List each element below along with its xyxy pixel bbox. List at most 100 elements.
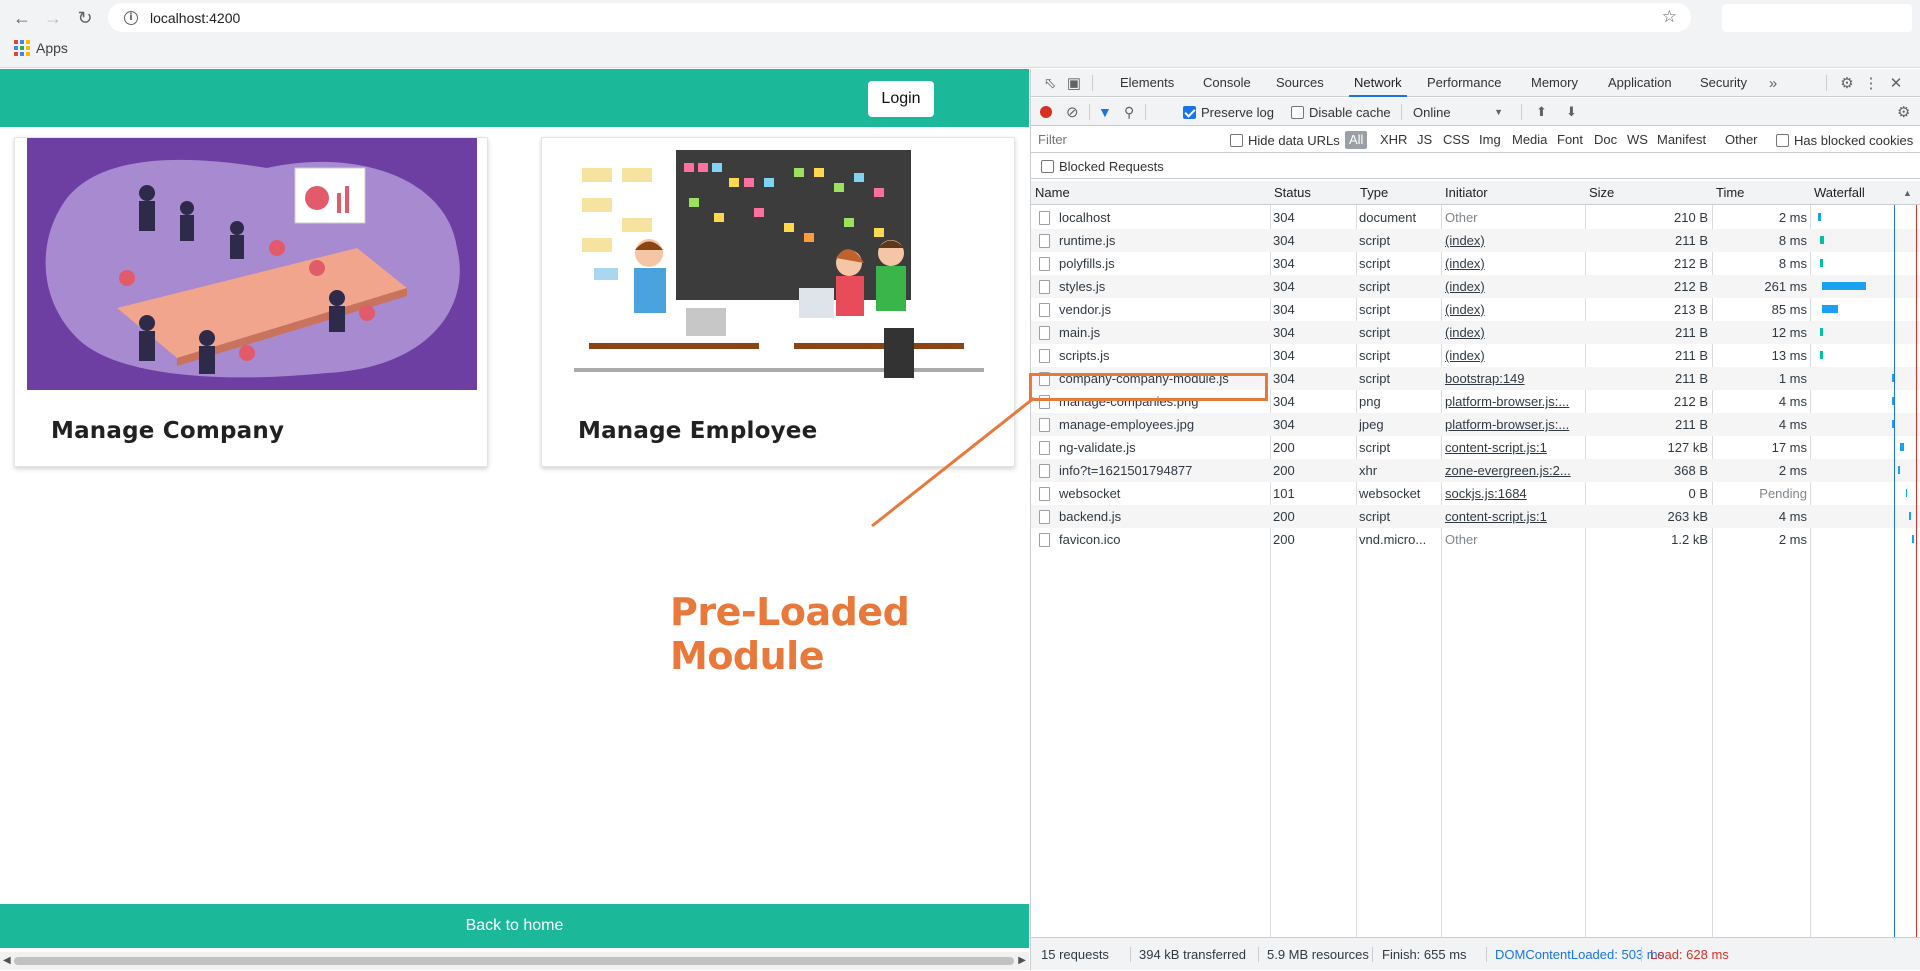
- request-initiator[interactable]: (index): [1445, 229, 1583, 252]
- filter-type-doc[interactable]: Doc: [1590, 131, 1621, 149]
- search-icon[interactable]: ⚲: [1124, 98, 1134, 126]
- preserve-log-checkbox[interactable]: Preserve log: [1183, 98, 1274, 126]
- request-initiator[interactable]: platform-browser.js:...: [1445, 413, 1583, 436]
- table-row[interactable]: info?t=1621501794877 200 xhr zone-evergreen…: [1031, 459, 1920, 482]
- table-row[interactable]: manage-employees.jpg 304 jpeg platform-brow…: [1031, 413, 1920, 436]
- request-name[interactable]: runtime.js: [1059, 233, 1115, 248]
- request-initiator[interactable]: content-script.js:1: [1445, 505, 1583, 528]
- request-initiator[interactable]: platform-browser.js:...: [1445, 390, 1583, 413]
- tab-sources[interactable]: Sources: [1276, 69, 1324, 97]
- table-row[interactable]: websocket 101 websocket sockjs.js:1684 0 B Pe…: [1031, 482, 1920, 505]
- request-name[interactable]: ng-validate.js: [1059, 440, 1136, 455]
- table-row[interactable]: localhost 304 document Other 210 B 2 ms: [1031, 206, 1920, 229]
- request-initiator[interactable]: content-script.js:1: [1445, 436, 1583, 459]
- site-info-icon[interactable]: i: [124, 10, 138, 25]
- table-row[interactable]: styles.js 304 script (index) 212 B 261 ms: [1031, 275, 1920, 298]
- tab-security[interactable]: Security: [1700, 69, 1747, 97]
- request-initiator[interactable]: sockjs.js:1684: [1445, 482, 1583, 505]
- col-name[interactable]: Name: [1031, 181, 1070, 205]
- table-row[interactable]: polyfills.js 304 script (index) 212 B 8 ms: [1031, 252, 1920, 275]
- bookmark-star-icon[interactable]: ☆: [1662, 7, 1677, 27]
- col-type[interactable]: Type: [1356, 181, 1388, 205]
- request-initiator[interactable]: (index): [1445, 252, 1583, 275]
- inspect-element-icon[interactable]: ⬁: [1041, 74, 1059, 92]
- filter-type-other[interactable]: Other: [1721, 131, 1762, 149]
- request-initiator[interactable]: bootstrap:149: [1445, 367, 1583, 390]
- request-initiator[interactable]: (index): [1445, 321, 1583, 344]
- request-initiator[interactable]: (index): [1445, 344, 1583, 367]
- back-to-home-button[interactable]: Back to home: [0, 904, 1029, 948]
- back-icon[interactable]: ←: [7, 3, 37, 33]
- filter-type-ws[interactable]: WS: [1623, 131, 1652, 149]
- scroll-right-icon[interactable]: ▶: [1018, 955, 1026, 966]
- throttle-select[interactable]: Online ▼: [1413, 98, 1503, 126]
- table-row[interactable]: backend.js 200 script content-script.js:1 26…: [1031, 505, 1920, 528]
- tab-console[interactable]: Console: [1203, 69, 1251, 97]
- table-row[interactable]: vendor.js 304 script (index) 213 B 85 ms: [1031, 298, 1920, 321]
- filter-type-xhr[interactable]: XHR: [1376, 131, 1411, 149]
- filter-funnel-icon[interactable]: ▼: [1098, 98, 1112, 126]
- hide-data-urls-checkbox[interactable]: Hide data URLs: [1230, 127, 1340, 153]
- col-time[interactable]: Time: [1712, 181, 1744, 205]
- filter-input[interactable]: [1035, 130, 1215, 149]
- device-toolbar-icon[interactable]: ▣: [1065, 74, 1083, 92]
- manage-company-card[interactable]: Manage Company: [14, 137, 488, 467]
- request-name[interactable]: styles.js: [1059, 279, 1105, 294]
- table-row[interactable]: main.js 304 script (index) 211 B 12 ms: [1031, 321, 1920, 344]
- record-icon[interactable]: [1040, 98, 1052, 126]
- export-har-icon[interactable]: ⬇: [1566, 98, 1577, 126]
- request-name[interactable]: main.js: [1059, 325, 1100, 340]
- manage-employee-card[interactable]: Manage Employee: [541, 137, 1015, 467]
- table-row[interactable]: favicon.ico 200 vnd.micro... Other 1.2 kB 2 m…: [1031, 528, 1920, 551]
- import-har-icon[interactable]: ⬆: [1536, 98, 1547, 126]
- request-name[interactable]: scripts.js: [1059, 348, 1110, 363]
- request-name[interactable]: websocket: [1059, 486, 1120, 501]
- bookmark-apps[interactable]: Apps: [14, 40, 68, 56]
- settings-gear-icon[interactable]: ⚙: [1838, 74, 1856, 92]
- tab-elements[interactable]: Elements: [1120, 69, 1174, 97]
- more-tabs-icon[interactable]: »: [1764, 74, 1782, 92]
- blocked-requests-checkbox[interactable]: Blocked Requests: [1041, 153, 1164, 179]
- filter-type-all[interactable]: All: [1345, 131, 1368, 149]
- tab-application[interactable]: Application: [1608, 69, 1672, 97]
- profile-area[interactable]: [1722, 4, 1912, 32]
- request-name[interactable]: favicon.ico: [1059, 532, 1120, 547]
- forward-icon[interactable]: →: [38, 3, 68, 33]
- kebab-menu-icon[interactable]: ⋮: [1862, 74, 1880, 92]
- scrollbar-thumb[interactable]: [14, 957, 1014, 965]
- tab-performance[interactable]: Performance: [1427, 69, 1501, 97]
- table-row[interactable]: scripts.js 304 script (index) 211 B 13 ms: [1031, 344, 1920, 367]
- tab-network[interactable]: Network: [1349, 69, 1407, 97]
- filter-type-img[interactable]: Img: [1475, 131, 1505, 149]
- address-bar[interactable]: i localhost:4200 ☆: [108, 3, 1691, 32]
- col-waterfall[interactable]: Waterfall: [1810, 181, 1865, 205]
- login-button[interactable]: Login: [868, 81, 934, 117]
- request-name[interactable]: vendor.js: [1059, 302, 1111, 317]
- filter-type-font[interactable]: Font: [1553, 131, 1587, 149]
- col-size[interactable]: Size: [1585, 181, 1614, 205]
- clear-icon[interactable]: ⊘: [1066, 98, 1079, 126]
- table-row[interactable]: runtime.js 304 script (index) 211 B 8 ms: [1031, 229, 1920, 252]
- col-initiator[interactable]: Initiator: [1441, 181, 1488, 205]
- request-initiator[interactable]: zone-evergreen.js:2...: [1445, 459, 1583, 482]
- disable-cache-checkbox[interactable]: Disable cache: [1291, 98, 1391, 126]
- col-status[interactable]: Status: [1270, 181, 1311, 205]
- request-name[interactable]: backend.js: [1059, 509, 1121, 524]
- filter-type-js[interactable]: JS: [1413, 131, 1436, 149]
- request-name[interactable]: info?t=1621501794877: [1059, 463, 1192, 478]
- scroll-left-icon[interactable]: ◀: [3, 955, 11, 966]
- request-initiator[interactable]: (index): [1445, 275, 1583, 298]
- filter-type-manifest[interactable]: Manifest: [1653, 131, 1710, 149]
- filter-type-css[interactable]: CSS: [1439, 131, 1474, 149]
- has-blocked-cookies-checkbox[interactable]: Has blocked cookies: [1776, 127, 1913, 153]
- request-name[interactable]: localhost: [1059, 210, 1110, 225]
- network-settings-icon[interactable]: ⚙: [1897, 98, 1910, 126]
- request-name[interactable]: polyfills.js: [1059, 256, 1115, 271]
- tab-memory[interactable]: Memory: [1531, 69, 1578, 97]
- request-name[interactable]: manage-employees.jpg: [1059, 417, 1194, 432]
- reload-icon[interactable]: ↻: [70, 3, 100, 33]
- request-initiator[interactable]: (index): [1445, 298, 1583, 321]
- close-devtools-icon[interactable]: ✕: [1887, 74, 1905, 92]
- table-row[interactable]: ng-validate.js 200 script content-script.js…: [1031, 436, 1920, 459]
- filter-type-media[interactable]: Media: [1508, 131, 1551, 149]
